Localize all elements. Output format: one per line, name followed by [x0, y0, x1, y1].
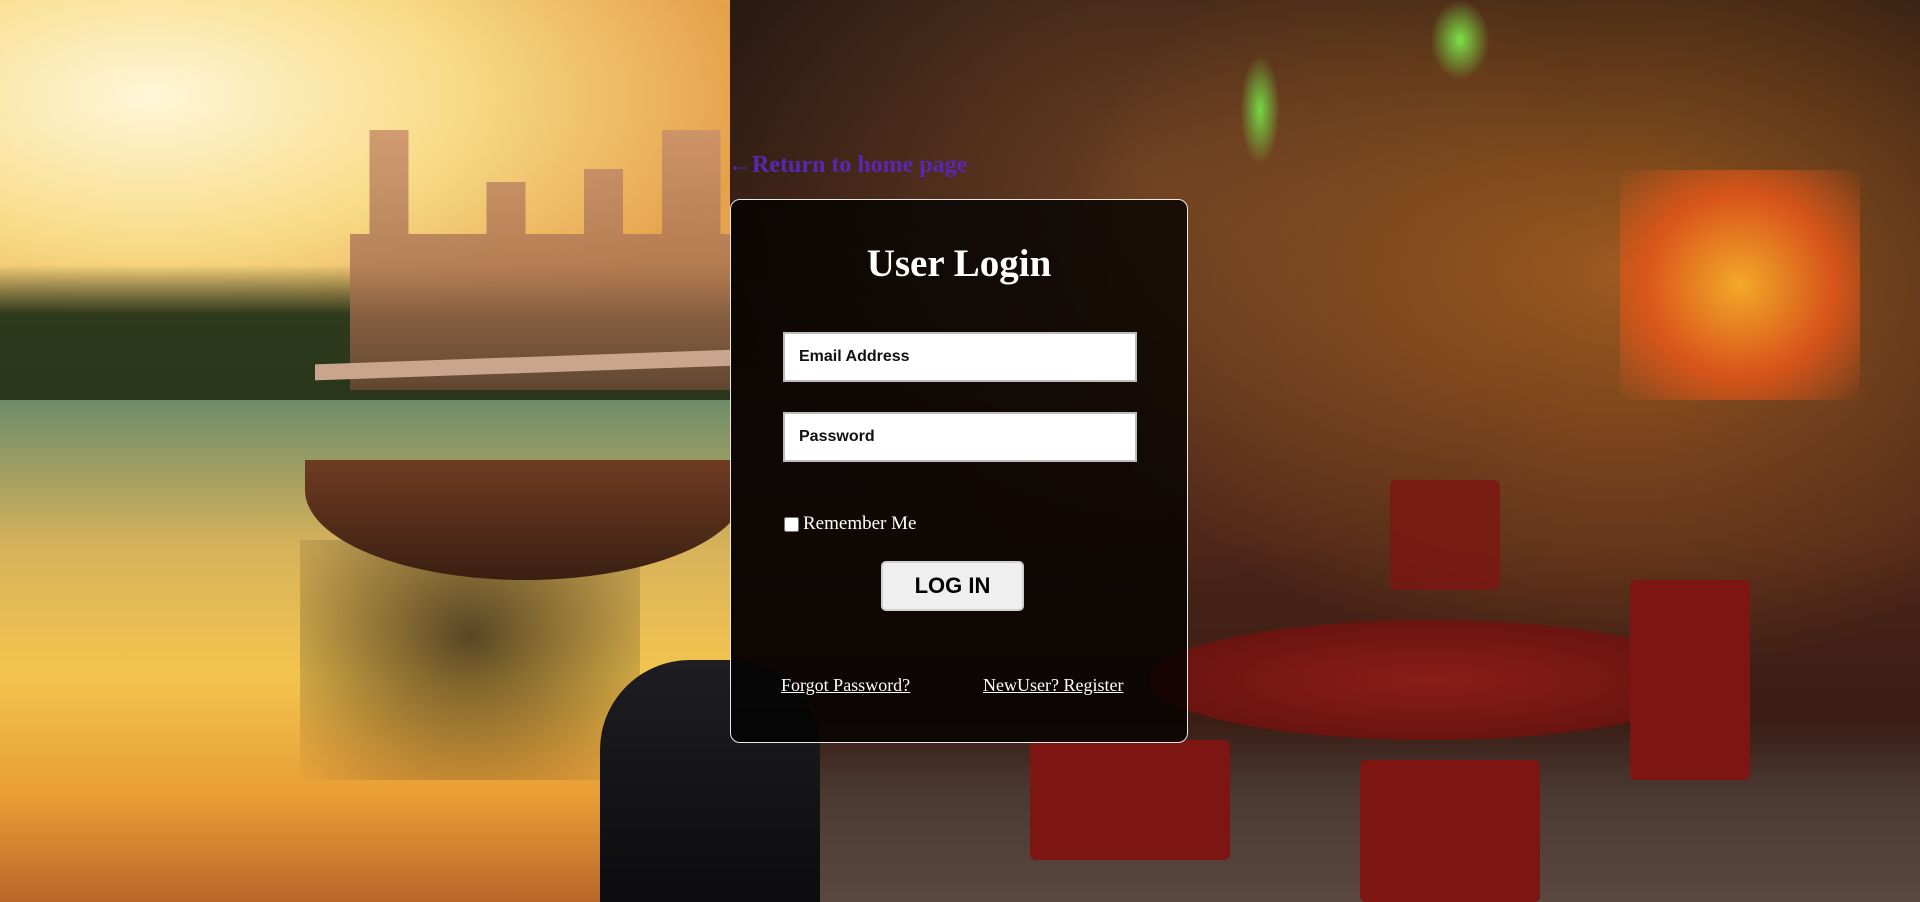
background-chair [1030, 740, 1230, 860]
background-chair [1360, 760, 1540, 902]
background-chair [1390, 480, 1500, 590]
background-green-light [1430, 0, 1490, 80]
login-title: User Login [866, 242, 1052, 285]
login-card: User Login Remember Me LOG IN Forgot Pas… [730, 199, 1188, 743]
remember-me[interactable]: Remember Me [784, 513, 916, 535]
remember-me-label: Remember Me [803, 513, 917, 534]
background-green-light [1240, 55, 1280, 165]
password-field[interactable] [783, 412, 1137, 462]
remember-me-checkbox[interactable] [784, 516, 799, 532]
forgot-password-link[interactable]: Forgot Password? [781, 675, 910, 696]
background-chair [1630, 580, 1750, 780]
email-field[interactable] [783, 332, 1137, 382]
login-button[interactable]: LOG IN [881, 561, 1024, 611]
register-link[interactable]: NewUser? Register [983, 675, 1123, 696]
return-home-link[interactable]: ←Return to home page [728, 152, 967, 179]
background-window-glow [1620, 170, 1860, 400]
background-table [1150, 620, 1710, 740]
